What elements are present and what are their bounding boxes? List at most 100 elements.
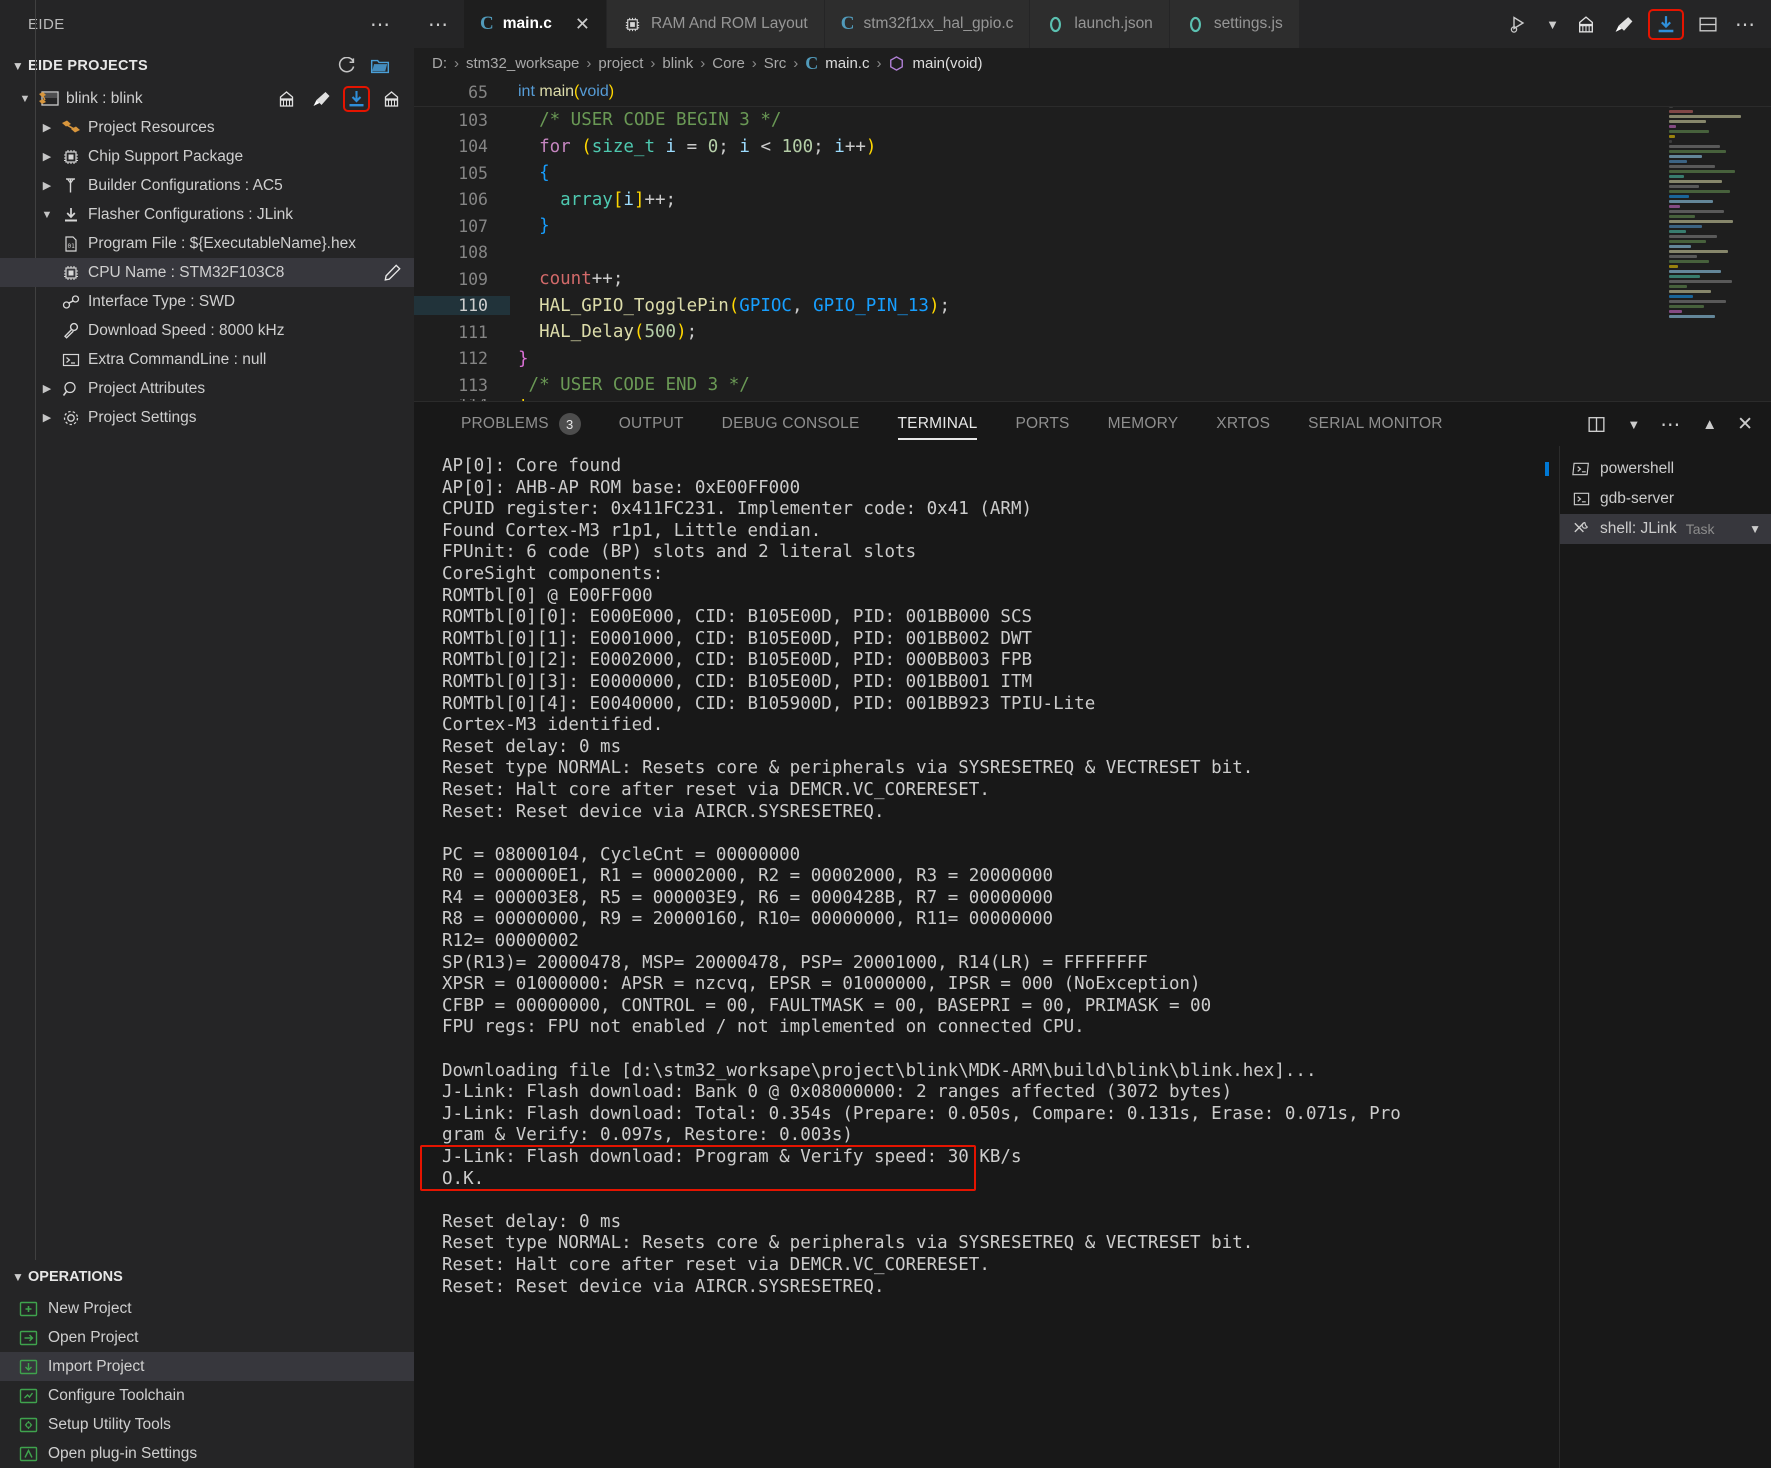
- panel-tab-xrtos[interactable]: XRTOS: [1197, 402, 1289, 446]
- tree-item-interface-type[interactable]: Interface Type : SWD: [0, 287, 414, 316]
- chevron-down-icon[interactable]: ▼: [8, 1270, 28, 1284]
- run-debug-icon[interactable]: [1508, 14, 1530, 34]
- chevron-up-icon[interactable]: ▲: [1702, 416, 1717, 433]
- build-icon[interactable]: [276, 89, 297, 109]
- tree-item-extra-commandline[interactable]: Extra CommandLine : null: [0, 345, 414, 374]
- code-line[interactable]: 106 array[i]++;: [414, 187, 1771, 214]
- code-line[interactable]: 107 }: [414, 213, 1771, 240]
- breadcrumb-item-src[interactable]: Src: [764, 55, 787, 72]
- operation-new-project[interactable]: New Project: [0, 1294, 414, 1323]
- close-icon[interactable]: ✕: [1737, 413, 1753, 436]
- open-folder-icon[interactable]: [370, 57, 390, 76]
- build-icon[interactable]: [1575, 14, 1597, 35]
- tree-item-label: blink : blink: [66, 89, 143, 107]
- line-content: /* USER CODE END 3 */: [528, 375, 750, 396]
- operation-configure-toolchain[interactable]: Configure Toolchain: [0, 1381, 414, 1410]
- tree-item-project-settings[interactable]: ▶ Project Settings: [0, 403, 414, 432]
- svg-text:01: 01: [68, 243, 76, 250]
- build-all-icon[interactable]: [381, 89, 402, 109]
- chevron-down-icon[interactable]: ▼: [1749, 522, 1771, 536]
- terminal-line: Reset type NORMAL: Resets core & periphe…: [442, 758, 1254, 779]
- eide-projects-section-header[interactable]: ▼ EIDE PROJECTS: [0, 48, 414, 84]
- tree-item-project-root[interactable]: ▼ blink : blink: [0, 84, 414, 113]
- chevron-right-icon[interactable]: ▶: [36, 121, 58, 134]
- operation-open-project[interactable]: Open Project: [0, 1323, 414, 1352]
- code-line-highlighted[interactable]: 110 HAL_GPIO_TogglePin(GPIOC, GPIO_PIN_1…: [414, 293, 1771, 320]
- chevron-down-icon[interactable]: ▼: [14, 93, 36, 105]
- chevron-right-icon[interactable]: ▶: [36, 179, 58, 192]
- code-line[interactable]: 113 /* USER CODE END 3 */: [414, 372, 1771, 399]
- code-line[interactable]: 108: [414, 240, 1771, 267]
- panel-tab-terminal[interactable]: TERMINAL: [879, 402, 997, 446]
- tree-item-builder-configurations[interactable]: ▶ Builder Configurations : AC5: [0, 171, 414, 200]
- chevron-down-icon[interactable]: ▼: [8, 59, 28, 73]
- tree-item-program-file[interactable]: 01 Program File : ${ExecutableName}.hex: [0, 229, 414, 258]
- flash-icon[interactable]: [1648, 8, 1684, 40]
- operation-import-project[interactable]: Import Project: [0, 1352, 414, 1381]
- chevron-right-icon[interactable]: ▶: [36, 382, 58, 395]
- ellipsis-icon[interactable]: ⋯: [370, 12, 404, 37]
- code-line[interactable]: 109 count++;: [414, 266, 1771, 293]
- chevron-down-icon[interactable]: ▼: [1546, 17, 1559, 32]
- flash-icon[interactable]: [343, 85, 370, 112]
- terminal-instance-gdb-server[interactable]: gdb-server: [1560, 484, 1771, 514]
- code-line[interactable]: 103 /* USER CODE BEGIN 3 */: [414, 107, 1771, 134]
- code-line[interactable]: 104 for (size_t i = 0; i < 100; i++): [414, 134, 1771, 161]
- operation-setup-utility-tools[interactable]: Setup Utility Tools: [0, 1410, 414, 1439]
- terminal-output[interactable]: AP[0]: Core found AP[0]: AHB-AP ROM base…: [414, 446, 1559, 1468]
- breadcrumb-item-workspace[interactable]: stm32_worksape: [466, 55, 579, 72]
- chevron-right-icon[interactable]: ▶: [36, 150, 58, 163]
- operation-open-plugin-settings[interactable]: Open plug-in Settings: [0, 1439, 414, 1468]
- tab-main-c[interactable]: C main.c ✕: [464, 0, 607, 48]
- tree-item-project-attributes[interactable]: ▶ Project Attributes: [0, 374, 414, 403]
- chevron-right-icon[interactable]: ▶: [36, 411, 58, 424]
- download-icon: [58, 206, 84, 224]
- clean-icon[interactable]: [311, 89, 332, 109]
- panel-tab-problems[interactable]: PROBLEMS 3: [442, 402, 600, 446]
- breadcrumb-item-drive[interactable]: D:: [432, 55, 447, 72]
- operations-section-header[interactable]: ▼ OPERATIONS: [0, 1260, 414, 1294]
- ellipsis-icon[interactable]: ⋯: [1735, 12, 1757, 37]
- split-editor-icon[interactable]: [1697, 14, 1719, 35]
- breadcrumb-item-core[interactable]: Core: [712, 55, 745, 72]
- tree-item-download-speed[interactable]: Download Speed : 8000 kHz: [0, 316, 414, 345]
- editor-minimap[interactable]: [1669, 107, 1761, 400]
- code-line[interactable]: 111 HAL_Delay(500);: [414, 319, 1771, 346]
- split-terminal-icon[interactable]: [1586, 414, 1607, 435]
- panel-tab-ports[interactable]: PORTS: [996, 402, 1088, 446]
- code-editor[interactable]: 103 /* USER CODE BEGIN 3 */ 104 for (siz…: [414, 107, 1771, 401]
- tab-stm32f1xx-hal-gpio-c[interactable]: C stm32f1xx_hal_gpio.c: [824, 0, 1031, 48]
- refresh-icon[interactable]: [337, 56, 356, 76]
- sticky-scroll-line[interactable]: 65 int main(void): [414, 78, 1771, 107]
- breadcrumb-item-blink[interactable]: blink: [662, 55, 693, 72]
- terminal-line: AP[0]: AHB-AP ROM base: 0xE00FF000: [442, 477, 801, 498]
- tree-item-flasher-configurations[interactable]: ▼ Flasher Configurations : JLink: [0, 200, 414, 229]
- breadcrumb-item-project[interactable]: project: [598, 55, 643, 72]
- tab-settings-js[interactable]: settings.js: [1169, 0, 1299, 48]
- code-line[interactable]: 105 {: [414, 160, 1771, 187]
- import-project-icon: [18, 1357, 48, 1377]
- tree-item-project-resources[interactable]: ▶ Project Resources: [0, 113, 414, 142]
- chevron-down-icon[interactable]: ▼: [1627, 417, 1640, 432]
- breadcrumb-item-symbol[interactable]: main(void): [912, 55, 982, 72]
- tab-label: launch.json: [1074, 15, 1153, 32]
- pencil-icon[interactable]: [383, 263, 402, 282]
- code-line[interactable]: 112 }: [414, 346, 1771, 373]
- tree-item-cpu-name[interactable]: CPU Name : STM32F103C8: [0, 258, 414, 287]
- terminal-instance-powershell[interactable]: powershell: [1545, 454, 1771, 484]
- chevron-down-icon[interactable]: ▼: [36, 209, 58, 221]
- tab-ram-and-rom-layout[interactable]: RAM And ROM Layout: [606, 0, 825, 48]
- terminal-instance-shell-jlink[interactable]: shell: JLink Task ▼: [1560, 514, 1771, 544]
- ellipsis-icon[interactable]: ⋯: [414, 0, 464, 48]
- ellipsis-icon[interactable]: ⋯: [1660, 412, 1682, 437]
- panel-tab-memory[interactable]: MEMORY: [1089, 402, 1198, 446]
- breadcrumb-item-file[interactable]: main.c: [825, 55, 869, 72]
- tree-item-chip-support-package[interactable]: ▶ Chip Support Package: [0, 142, 414, 171]
- panel-tab-serial-monitor[interactable]: SERIAL MONITOR: [1289, 402, 1462, 446]
- tab-launch-json[interactable]: launch.json: [1030, 0, 1170, 48]
- close-icon[interactable]: ✕: [575, 14, 590, 35]
- code-line[interactable]: 114 }: [414, 399, 1771, 402]
- clean-icon[interactable]: [1613, 14, 1635, 35]
- panel-tab-output[interactable]: OUTPUT: [600, 402, 703, 446]
- panel-tab-debug-console[interactable]: DEBUG CONSOLE: [703, 402, 879, 446]
